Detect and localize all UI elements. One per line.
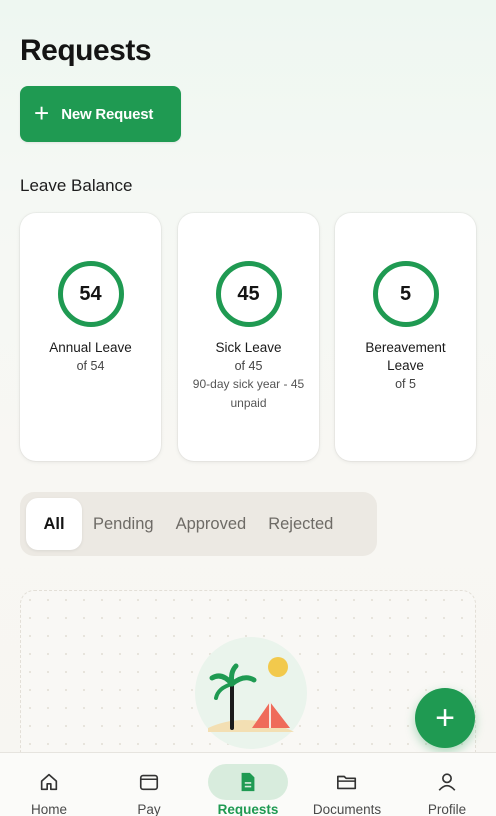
leave-total: of 54 bbox=[76, 359, 105, 373]
new-request-label: New Request bbox=[61, 105, 154, 123]
nav-label: Requests bbox=[217, 802, 279, 816]
leave-total: of 5 bbox=[395, 377, 416, 391]
nav-label: Pay bbox=[137, 802, 161, 816]
balance-ring: 54 bbox=[57, 261, 124, 327]
nav-item-requests[interactable]: Requests bbox=[203, 753, 293, 816]
new-request-button[interactable]: + New Request bbox=[20, 86, 181, 142]
sick-leave-card[interactable]: 45 Sick Leave of 45 90-day sick year - 4… bbox=[178, 213, 319, 461]
leave-type-name: Annual Leave bbox=[49, 340, 132, 355]
tab-rejected[interactable]: Rejected bbox=[257, 498, 344, 550]
annual-leave-card[interactable]: 54 Annual Leave of 54 bbox=[20, 213, 161, 461]
leave-balance-heading: Leave Balance bbox=[20, 176, 133, 195]
status-filter-tabs: All Pending Approved Rejected bbox=[20, 492, 377, 556]
balance-value: 5 bbox=[399, 282, 412, 305]
nav-item-profile[interactable]: Profile bbox=[402, 753, 492, 816]
document-icon bbox=[241, 772, 255, 792]
beach-illustration bbox=[195, 637, 307, 749]
plus-icon: + bbox=[34, 98, 50, 128]
balance-value: 45 bbox=[237, 282, 260, 305]
plus-icon: + bbox=[435, 699, 455, 737]
nav-label: Profile bbox=[427, 802, 467, 816]
home-icon bbox=[40, 773, 58, 791]
balance-ring: 5 bbox=[372, 261, 439, 327]
tab-approved[interactable]: Approved bbox=[165, 498, 258, 550]
bottom-navigation: Home Pay Requests Documents Profile bbox=[0, 752, 496, 816]
add-request-fab[interactable]: + bbox=[415, 688, 475, 748]
leave-total: of 45 bbox=[234, 359, 263, 373]
person-icon bbox=[438, 773, 456, 791]
nav-item-documents[interactable]: Documents bbox=[302, 753, 392, 816]
tab-all[interactable]: All bbox=[26, 498, 82, 550]
leave-type-name: Bereavement Leave bbox=[365, 340, 446, 373]
nav-item-pay[interactable]: Pay bbox=[104, 753, 194, 816]
nav-label: Documents bbox=[312, 802, 382, 816]
tab-pending[interactable]: Pending bbox=[82, 498, 165, 550]
wallet-icon bbox=[139, 774, 159, 791]
nav-label: Home bbox=[30, 802, 67, 816]
leave-note: 90-day sick year - 45 unpaid bbox=[192, 377, 305, 410]
page-title: Requests bbox=[20, 34, 152, 67]
balance-ring: 45 bbox=[215, 261, 282, 327]
balance-value: 54 bbox=[79, 282, 102, 305]
folder-icon bbox=[337, 775, 357, 790]
nav-item-home[interactable]: Home bbox=[4, 753, 94, 816]
leave-type-name: Sick Leave bbox=[215, 340, 282, 355]
leave-balance-cards: 54 Annual Leave of 54 45 Sick Leave of 4… bbox=[20, 213, 476, 461]
bereavement-leave-card[interactable]: 5 Bereavement Leave of 5 bbox=[335, 213, 476, 461]
